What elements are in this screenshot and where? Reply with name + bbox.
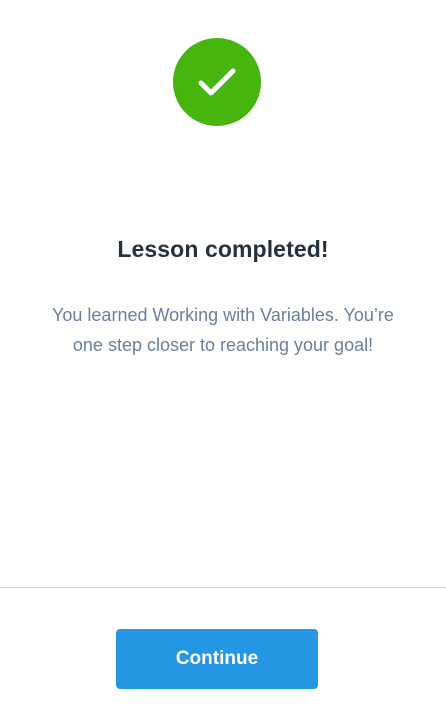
lesson-complete-screen: Lesson completed! You learned Working wi… xyxy=(0,0,446,705)
success-badge xyxy=(173,38,261,126)
completion-message: You learned Working with Variables. You’… xyxy=(18,300,428,360)
check-icon xyxy=(198,68,236,96)
page-title: Lesson completed! xyxy=(117,236,329,262)
completion-message-line-1: You learned Working with Variables. You’… xyxy=(52,305,394,325)
completion-message-line-2: one step closer to reaching your goal! xyxy=(72,335,374,355)
continue-button[interactable]: Continue xyxy=(116,629,318,689)
